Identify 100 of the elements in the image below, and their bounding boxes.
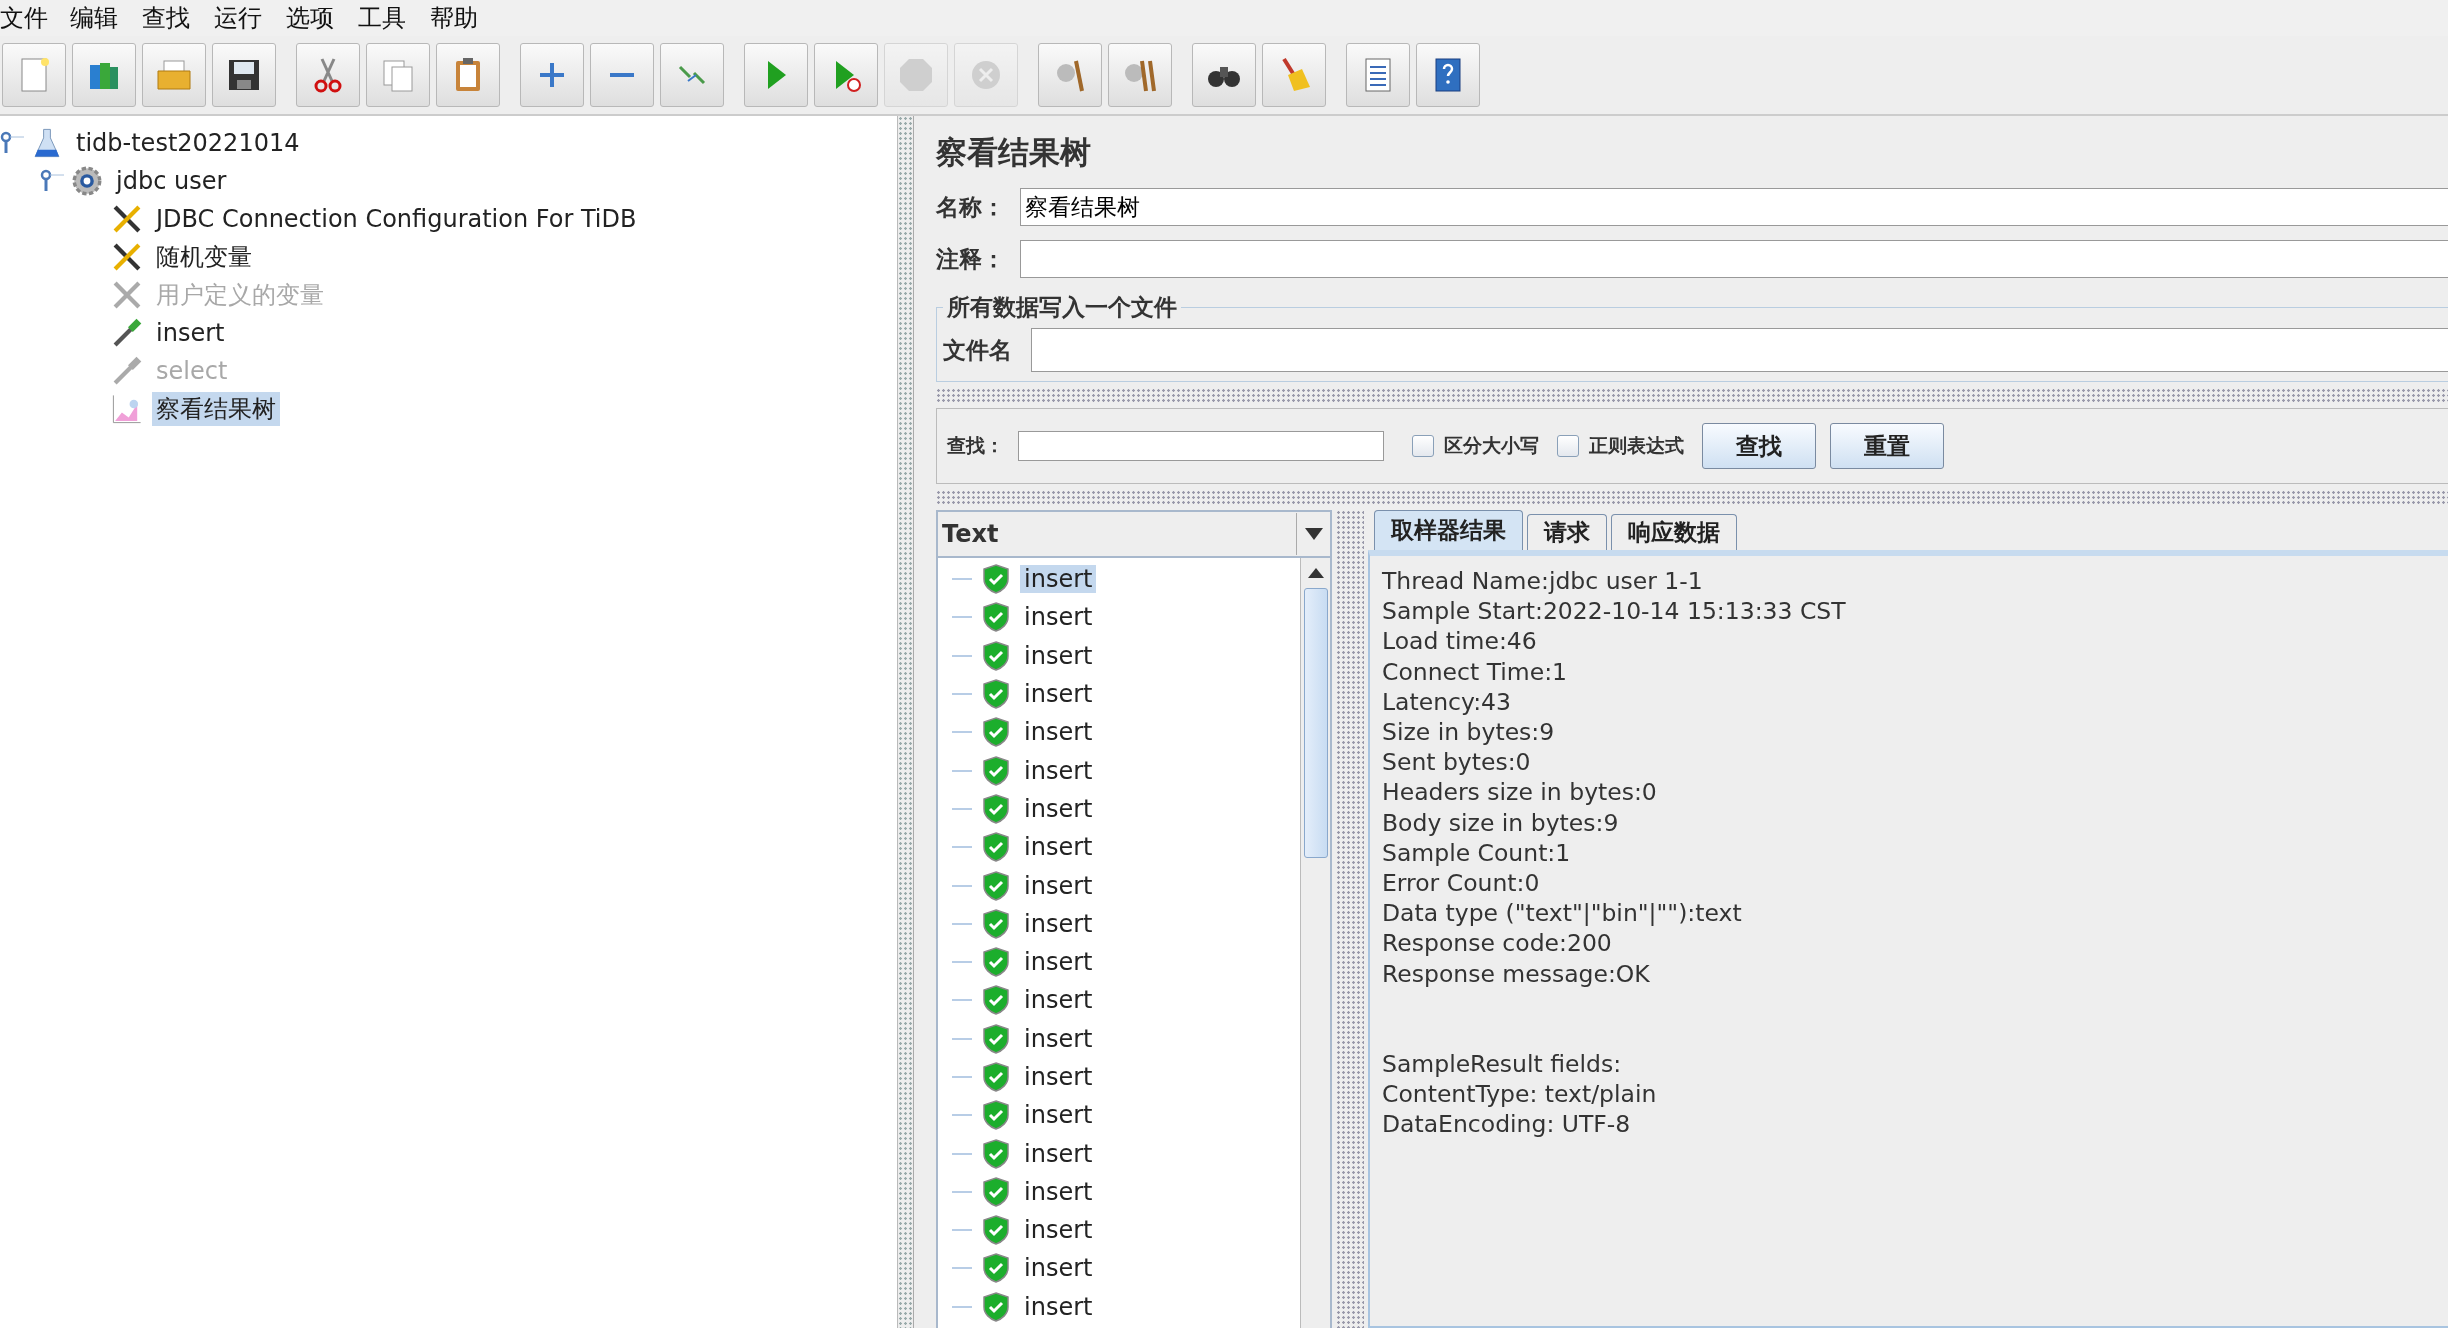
result-detail-line: Size in bytes:9 — [1382, 717, 1556, 748]
shield-check-icon — [982, 870, 1010, 901]
menu-item[interactable]: 查找 — [142, 2, 214, 34]
result-item[interactable]: insert — [1020, 1292, 1097, 1321]
result-item[interactable]: insert — [1020, 565, 1097, 594]
shield-check-icon — [982, 832, 1010, 863]
tree-item[interactable]: tidb-test20221014 — [72, 128, 304, 158]
result-item[interactable]: insert — [1020, 794, 1097, 823]
result-item[interactable]: insert — [1020, 1024, 1097, 1053]
field-label: 注释： — [936, 244, 1006, 274]
result-detail-line: Load time:46 — [1382, 626, 1538, 657]
reset-button[interactable]: 重置 — [1830, 423, 1944, 469]
toolbar-button[interactable] — [1192, 43, 1256, 107]
shield-check-icon — [982, 564, 1010, 595]
result-detail-line: Response code:200 — [1382, 928, 1613, 959]
menu-item[interactable]: 编辑 — [70, 2, 142, 34]
splitter-handle[interactable] — [1336, 510, 1364, 1328]
result-item[interactable]: insert — [1020, 871, 1097, 900]
result-item[interactable]: insert — [1020, 986, 1097, 1015]
result-item[interactable]: insert — [1020, 948, 1097, 977]
shield-check-icon — [982, 1023, 1010, 1054]
shield-check-icon — [982, 640, 1010, 671]
scrollbar-thumb[interactable] — [1303, 588, 1328, 858]
result-item[interactable]: insert — [1020, 1139, 1097, 1168]
result-detail-line: Data type ("text"|"bin"|""):text — [1382, 898, 1743, 929]
group-title: 所有数据写入一个文件 — [946, 293, 1178, 322]
checkbox[interactable] — [1412, 435, 1434, 457]
find-button[interactable]: 查找 — [1702, 423, 1816, 469]
result-detail-line: Body size in bytes:9 — [1382, 807, 1620, 838]
tree-item[interactable]: insert — [152, 318, 229, 348]
result-item[interactable]: insert — [1020, 909, 1097, 938]
result-item[interactable]: insert — [1020, 1177, 1097, 1206]
expanded-handle-icon[interactable] — [0, 130, 26, 156]
menu-item[interactable]: 帮助 — [430, 2, 502, 34]
result-detail-line: Response message:OK — [1382, 958, 1651, 989]
tab[interactable]: 取样器结果 — [1374, 510, 1523, 550]
comment-field[interactable] — [1020, 240, 2448, 278]
shield-check-icon — [982, 985, 1010, 1016]
toolbar-button[interactable] — [1346, 43, 1410, 107]
result-detail-line: DataEncoding: UTF-8 — [1382, 1109, 1632, 1140]
splitter-handle[interactable] — [936, 388, 2448, 402]
toolbar-button[interactable] — [212, 43, 276, 107]
menu-item[interactable]: 文件 — [0, 2, 70, 34]
graph-icon — [110, 392, 144, 426]
shield-check-icon — [982, 1138, 1010, 1169]
shield-check-icon — [982, 602, 1010, 633]
result-item[interactable]: insert — [1020, 680, 1097, 709]
result-item[interactable]: insert — [1020, 833, 1097, 862]
expanded-handle-icon[interactable] — [40, 168, 66, 194]
tab[interactable]: 请求 — [1527, 514, 1607, 550]
result-item[interactable]: insert — [1020, 1063, 1097, 1091]
gear-icon — [70, 164, 104, 198]
result-item[interactable]: insert — [1020, 1101, 1097, 1130]
shield-check-icon — [982, 755, 1010, 786]
renderer-select[interactable]: Text — [942, 520, 999, 548]
tab[interactable]: 响应数据 — [1611, 514, 1737, 550]
name-field[interactable]: 察看结果树 — [1020, 188, 2448, 226]
menu-item[interactable]: 工具 — [358, 2, 430, 34]
toolbar-button[interactable] — [296, 43, 360, 107]
result-item[interactable]: insert — [1020, 718, 1097, 747]
filename-field[interactable] — [1031, 328, 2448, 372]
splitter-handle[interactable] — [936, 490, 2448, 504]
splitter-handle[interactable] — [898, 116, 914, 1328]
shield-check-icon — [982, 1291, 1010, 1322]
checkbox-label: 区分大小写 — [1444, 433, 1539, 458]
shield-check-icon — [982, 908, 1010, 939]
search-field[interactable] — [1018, 431, 1384, 461]
result-item[interactable]: insert — [1020, 1216, 1097, 1245]
result-detail-line: Connect Time:1 — [1382, 656, 1569, 687]
toolbar-button[interactable] — [1416, 43, 1480, 107]
field-label: 名称： — [936, 192, 1006, 222]
field-label: 文件名 — [943, 335, 1013, 365]
result-item[interactable]: insert — [1020, 756, 1097, 785]
result-detail-line: Sample Start:2022-10-14 15:13:33 CST — [1382, 596, 1847, 627]
result-item[interactable]: insert — [1020, 603, 1097, 632]
result-detail-line: Sample Count:1 — [1382, 837, 1572, 869]
shield-check-icon — [982, 1215, 1010, 1246]
checkbox[interactable] — [1557, 435, 1579, 457]
result-detail-line: ContentType: text/plain — [1382, 1079, 1658, 1110]
result-item[interactable]: insert — [1020, 641, 1097, 670]
result-detail-line: SampleResult fields: — [1382, 1048, 1623, 1080]
dropdown-arrow-icon[interactable] — [1304, 528, 1323, 540]
tree-item[interactable]: jdbc user — [112, 166, 231, 196]
menu-item[interactable]: 运行 — [214, 2, 286, 34]
minus-icon — [610, 73, 634, 77]
result-detail-line: Latency:43 — [1382, 686, 1512, 717]
tree-item[interactable]: 随机变量 — [152, 240, 256, 274]
field-label: 查找： — [947, 433, 1004, 458]
shield-check-icon — [982, 947, 1010, 978]
tree-item[interactable]: 察看结果树 — [152, 392, 280, 426]
shield-check-icon — [982, 793, 1010, 824]
shield-check-icon — [982, 1100, 1010, 1131]
result-item[interactable]: insert — [1020, 1254, 1097, 1283]
menu-item[interactable]: 选项 — [286, 2, 358, 34]
shield-check-icon — [982, 1253, 1010, 1284]
checkbox-label: 正则表达式 — [1589, 433, 1684, 458]
tree-item[interactable]: JDBC Connection Configuration For TiDB — [152, 204, 641, 234]
result-detail-line: Sent bytes:0 — [1382, 747, 1532, 778]
shield-check-icon — [982, 1176, 1010, 1207]
shield-check-icon — [982, 679, 1010, 710]
